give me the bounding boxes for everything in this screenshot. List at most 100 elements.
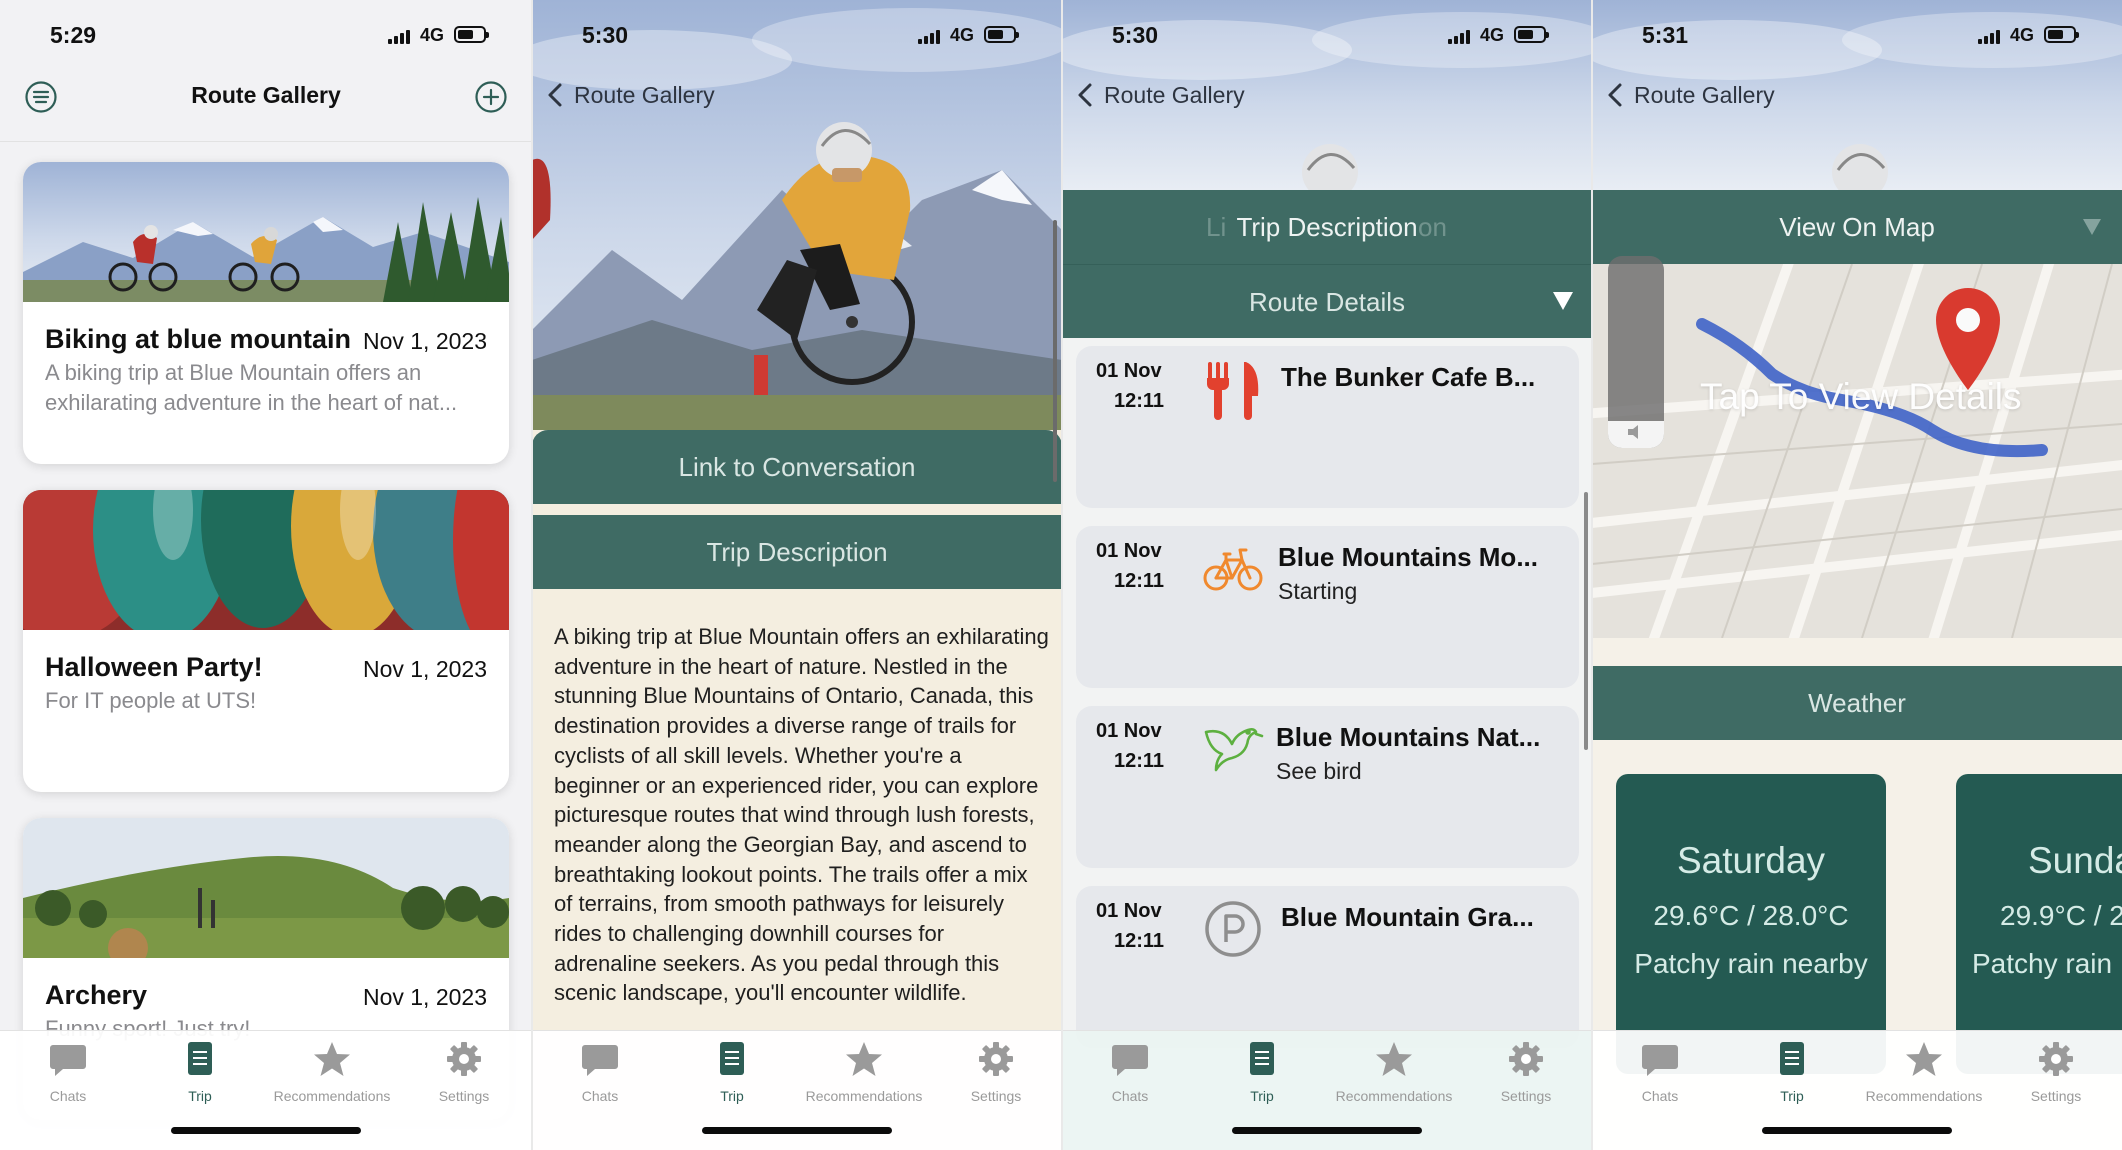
link-to-conversation-button[interactable]: Link to Conversation bbox=[532, 430, 1062, 504]
status-time: 5:31 bbox=[1642, 22, 1689, 48]
status-bar: 5:31 4G bbox=[1592, 0, 2122, 70]
tab-bar: Chats Trip Recommendations Settings bbox=[1062, 1030, 1592, 1150]
status-time: 5:30 bbox=[582, 22, 629, 48]
tap-to-view-details-label[interactable]: Tap To View Details bbox=[1700, 376, 2022, 418]
route-stop-item[interactable]: 01 Nov 12:11 Blue Mountains Mo... Starti… bbox=[1076, 526, 1579, 688]
stop-day: 01 Nov bbox=[1096, 720, 1162, 742]
stop-time: 12:11 bbox=[1114, 750, 1165, 772]
trip-description-label: Trip Description bbox=[1236, 212, 1418, 242]
route-details-header[interactable]: Route Details bbox=[1062, 264, 1592, 338]
triangle-down-icon bbox=[1553, 292, 1573, 310]
weather-header[interactable]: Weather bbox=[1592, 666, 2122, 740]
card-title: Biking at blue mountain bbox=[45, 324, 352, 354]
scroll-indicator bbox=[1053, 220, 1057, 482]
trip-description-header[interactable]: Li Trip Description on bbox=[1062, 190, 1592, 264]
tab-settings[interactable]: Settings bbox=[1461, 1039, 1591, 1104]
balloons-photo bbox=[23, 490, 509, 630]
tab-chats[interactable]: Chats bbox=[3, 1039, 133, 1104]
tab-chats[interactable]: Chats bbox=[1065, 1039, 1195, 1104]
star-icon bbox=[314, 1042, 350, 1076]
tab-label: Settings bbox=[1500, 1088, 1552, 1104]
tab-label: Recommendations bbox=[273, 1088, 391, 1104]
scroll-indicator bbox=[1584, 492, 1588, 750]
bicycle-icon bbox=[1203, 548, 1263, 591]
star-icon bbox=[846, 1042, 882, 1076]
tab-trip[interactable]: Trip bbox=[667, 1039, 797, 1104]
tab-trip[interactable]: Trip bbox=[135, 1039, 265, 1104]
network-label: 4G bbox=[1479, 25, 1504, 45]
divider bbox=[1061, 0, 1063, 1150]
tab-label: Recommendations bbox=[805, 1088, 923, 1104]
route-card[interactable]: Biking at blue mountain Nov 1, 2023 A bi… bbox=[23, 162, 509, 464]
divider bbox=[1591, 0, 1593, 1150]
status-bar: 5:30 4G bbox=[532, 0, 1062, 70]
weather-card: Saturday 29.6°C / 28.0°C Patchy rain nea… bbox=[1616, 774, 1886, 1074]
volume-slider[interactable] bbox=[1608, 256, 1664, 448]
tab-settings[interactable]: Settings bbox=[399, 1039, 529, 1104]
weather-condition: Patchy rain nearby bbox=[1634, 948, 1868, 979]
trip-book-icon bbox=[1250, 1042, 1274, 1075]
tab-chats[interactable]: Chats bbox=[1595, 1039, 1725, 1104]
tab-label: Settings bbox=[970, 1088, 1022, 1104]
parking-icon bbox=[1205, 901, 1261, 957]
stop-time: 12:11 bbox=[1114, 390, 1165, 412]
add-route-icon[interactable] bbox=[474, 80, 508, 114]
tab-trip[interactable]: Trip bbox=[1197, 1039, 1327, 1104]
card-title: Archery bbox=[45, 980, 148, 1010]
tab-label: Trip bbox=[1780, 1088, 1804, 1104]
tab-label: Chats bbox=[49, 1088, 87, 1104]
tab-label: Settings bbox=[438, 1088, 490, 1104]
weather-card: Sunda 29.9°C / 2 Patchy rain bbox=[1956, 774, 2122, 1074]
back-label: Route Gallery bbox=[1104, 82, 1245, 108]
tab-settings[interactable]: Settings bbox=[1991, 1039, 2121, 1104]
signal-icon bbox=[918, 30, 940, 44]
trip-book-icon bbox=[720, 1042, 744, 1075]
stop-time: 12:11 bbox=[1114, 570, 1165, 592]
weather-day: Saturday bbox=[1676, 840, 1826, 881]
stop-name: Blue Mountain Gra... bbox=[1281, 902, 1534, 932]
bird-icon bbox=[1204, 728, 1264, 772]
trip-description-header[interactable]: Trip Description bbox=[532, 515, 1062, 589]
card-title: Halloween Party! bbox=[45, 652, 263, 682]
stop-time: 12:11 bbox=[1114, 930, 1165, 952]
route-details-label: Route Details bbox=[1248, 287, 1406, 317]
divider bbox=[531, 0, 533, 1150]
route-stop-item[interactable]: 01 Nov 12:11 The Bunker Cafe B... bbox=[1076, 346, 1579, 508]
archery-photo bbox=[23, 818, 509, 958]
home-indicator bbox=[171, 1127, 361, 1134]
tab-chats[interactable]: Chats bbox=[535, 1039, 665, 1104]
star-icon bbox=[1376, 1042, 1412, 1076]
tab-bar: Chats Trip Recommendations Settings bbox=[0, 1030, 532, 1150]
battery-icon bbox=[984, 26, 1019, 43]
tab-label: Chats bbox=[581, 1088, 619, 1104]
trip-detail-screen: 5:30 4G Route Gallery Link to Conversati… bbox=[532, 0, 1062, 1150]
tab-label: Settings bbox=[2030, 1088, 2082, 1104]
tab-recommendations[interactable]: Recommendations bbox=[799, 1039, 929, 1104]
route-stop-item[interactable]: 01 Nov 12:11 Blue Mountain Gra... bbox=[1076, 886, 1579, 1048]
card-date: Nov 1, 2023 bbox=[362, 984, 487, 1010]
tab-settings[interactable]: Settings bbox=[931, 1039, 1061, 1104]
view-on-map-label: View On Map bbox=[1779, 212, 1935, 242]
tab-trip[interactable]: Trip bbox=[1727, 1039, 1857, 1104]
ghost-label-right: on bbox=[1418, 212, 1447, 242]
battery-icon bbox=[2044, 26, 2079, 43]
route-stop-item[interactable]: 01 Nov 12:11 Blue Mountains Nat... See b… bbox=[1076, 706, 1579, 868]
tab-recommendations[interactable]: Recommendations bbox=[1329, 1039, 1459, 1104]
status-time: 5:29 bbox=[50, 22, 97, 48]
map-image bbox=[1592, 264, 2122, 638]
ghost-label-left: Li bbox=[1206, 212, 1227, 242]
chevron-left-icon bbox=[1078, 83, 1092, 107]
route-card[interactable]: Halloween Party! Nov 1, 2023 For IT peop… bbox=[23, 490, 509, 792]
chat-bubble-icon bbox=[1112, 1045, 1148, 1076]
map-preview[interactable]: Tap To View Details bbox=[1592, 264, 2122, 638]
fork-knife-icon bbox=[1207, 362, 1259, 420]
stop-note: Starting bbox=[1278, 578, 1358, 604]
status-bar: 5:29 4G bbox=[0, 0, 532, 70]
weather-temps: 29.9°C / 2 bbox=[2000, 900, 2122, 931]
speaker-icon bbox=[1628, 425, 1638, 439]
tab-recommendations[interactable]: Recommendations bbox=[1859, 1039, 1989, 1104]
view-on-map-header[interactable]: View On Map bbox=[1592, 190, 2122, 264]
home-indicator bbox=[1762, 1127, 1952, 1134]
tab-recommendations[interactable]: Recommendations bbox=[267, 1039, 397, 1104]
card-description: A biking trip at Blue Mountain offers an… bbox=[45, 360, 458, 415]
